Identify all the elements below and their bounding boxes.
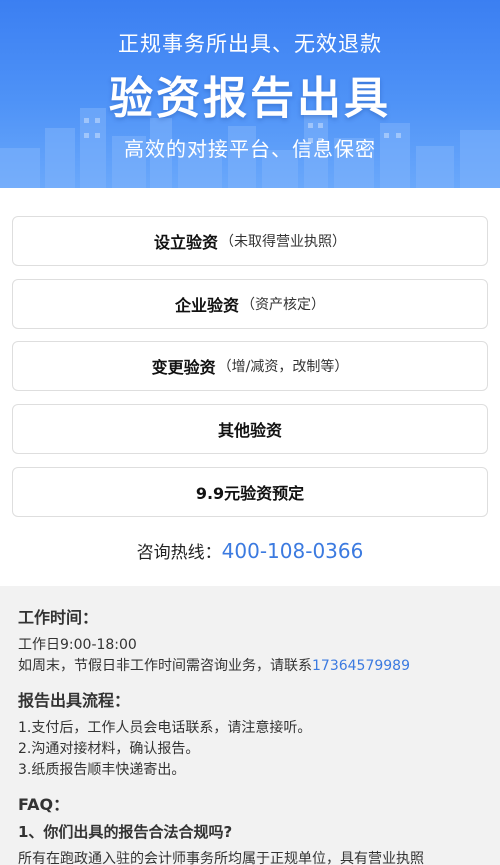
option-label: 9.9元验资预定: [195, 484, 305, 503]
work-time-note: 如周末，节假日非工作时间需咨询业务，请联系17364579989: [18, 658, 410, 674]
option-label: 变更验资: [151, 358, 216, 377]
option-note: （资产核定）: [241, 297, 325, 313]
option-button-establish[interactable]: 设立验资 （未取得营业执照）: [12, 216, 488, 266]
option-note: （增/减资，改制等）: [217, 359, 349, 375]
option-button-enterprise[interactable]: 企业验资 （资产核定）: [12, 279, 488, 329]
banner-title: 验资报告出具: [109, 73, 391, 124]
option-note: （未取得营业执照）: [220, 234, 346, 250]
process-step: 3.纸质报告顺丰快递寄出。: [18, 762, 186, 778]
hotline-label: 咨询热线：: [136, 543, 222, 563]
faq-question: 1、你们出具的报告合法合规吗?: [18, 823, 233, 841]
process-title: 报告出具流程：: [18, 691, 131, 710]
contact-phone-link[interactable]: 17364579989: [312, 658, 410, 674]
hotline: 咨询热线：400-108-0366: [0, 538, 500, 563]
option-button-reserve[interactable]: 9.9元验资预定: [12, 467, 488, 517]
hotline-phone-link[interactable]: 400-108-0366: [222, 539, 364, 563]
banner-subtitle: 高效的对接平台、信息保密: [124, 137, 376, 161]
process-step: 1.支付后，工作人员会电话联系，请注意接听。: [18, 720, 312, 736]
option-label: 其他验资: [217, 421, 282, 440]
info-panel: 工作时间： 工作日9:00-18:00 如周末，节假日非工作时间需咨询业务，请联…: [0, 586, 500, 865]
work-time-title: 工作时间：: [18, 608, 99, 627]
option-label: 设立验资: [153, 233, 218, 252]
faq-answer: 所有在跑政通入驻的会计师事务所均属于正规单位，具有营业执照: [18, 851, 424, 865]
option-button-change[interactable]: 变更验资 （增/减资，改制等）: [12, 341, 488, 391]
work-time-hours: 工作日9:00-18:00: [18, 637, 137, 653]
option-button-other[interactable]: 其他验资: [12, 404, 488, 454]
hero-banner: 正规事务所出具、无效退款 验资报告出具 高效的对接平台、信息保密: [0, 0, 500, 188]
faq-title: FAQ：: [18, 795, 70, 814]
option-label: 企业验资: [174, 296, 239, 315]
banner-tagline: 正规事务所出具、无效退款: [118, 32, 382, 56]
process-step: 2.沟通对接材料，确认报告。: [18, 741, 200, 757]
